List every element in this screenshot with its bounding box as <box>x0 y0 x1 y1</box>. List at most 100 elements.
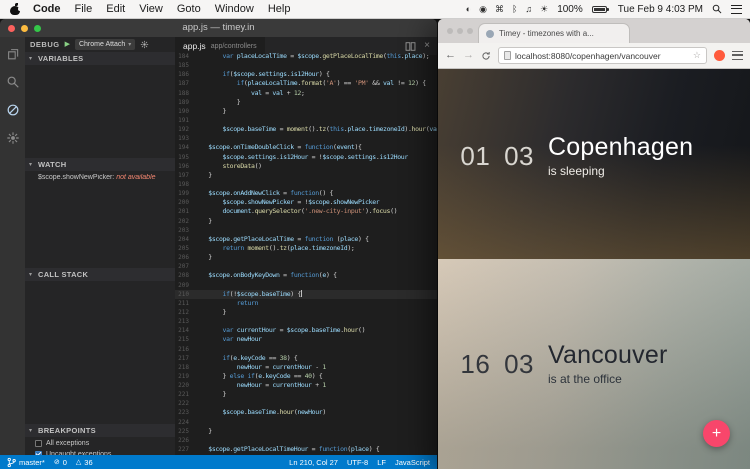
search-icon[interactable] <box>5 74 21 90</box>
code-line: 203 <box>175 226 437 235</box>
debug-icon[interactable] <box>5 102 21 118</box>
close-window-button[interactable] <box>8 25 15 32</box>
code-line: 214 var currentHour = $scope.baseTime.ho… <box>175 326 437 335</box>
page-icon <box>504 51 511 60</box>
code-text: } else if(e.keyCode == 40) { <box>194 372 322 381</box>
add-city-button[interactable]: + <box>703 420 730 447</box>
cursor-position[interactable]: Ln 210, Col 27 <box>289 458 338 467</box>
debug-config-dropdown[interactable]: Chrome Attach▾ <box>75 39 135 50</box>
section-label: BREAKPOINTS <box>38 426 96 435</box>
forward-button[interactable]: → <box>463 50 474 61</box>
breakpoint-all-exceptions[interactable]: All exceptions <box>35 438 175 448</box>
code-line: 192 $scope.baseTime = moment().tz(this.p… <box>175 125 437 134</box>
bookmark-star-icon[interactable]: ☆ <box>693 51 701 60</box>
line-number: 208 <box>175 271 194 280</box>
menubar-extra-icon[interactable]: ᛒ <box>512 4 517 15</box>
code-text: newHour = currentHour + 1 <box>194 381 326 390</box>
menubar-clock[interactable]: Tue Feb 9 4:03 PM <box>618 4 703 15</box>
code-area[interactable]: 184 var placeLocalTime = $scope.getPlace… <box>175 52 437 455</box>
line-number: 216 <box>175 345 194 354</box>
line-number: 195 <box>175 153 194 162</box>
tab-title: Timey - timezones with a... <box>499 29 594 38</box>
line-number: 196 <box>175 162 194 171</box>
menu-goto[interactable]: Goto <box>170 3 208 15</box>
debug-configure-icon[interactable] <box>140 40 149 49</box>
close-window-button[interactable] <box>447 28 453 34</box>
section-call-stack[interactable]: ▾CALL STACK <box>25 268 175 281</box>
code-line: 221 } <box>175 390 437 399</box>
copenhagen-time[interactable]: 01 03 <box>454 141 534 172</box>
menubar-extra-icon[interactable]: ◉ <box>479 4 487 15</box>
debug-sidebar: DEBUG ▶ Chrome Attach▾ ▾VARIABLES ▾WATCH… <box>25 37 175 455</box>
watch-expression-value: not available <box>116 174 155 181</box>
menu-edit[interactable]: Edit <box>99 3 132 15</box>
line-number: 187 <box>175 79 194 88</box>
code-text: } <box>194 390 226 399</box>
menubar-extra-icon[interactable]: ♫ <box>525 4 532 15</box>
browser-tab[interactable]: Timey - timezones with a... <box>478 23 630 43</box>
line-number: 202 <box>175 217 194 226</box>
line-number: 227 <box>175 445 194 454</box>
git-branch-indicator[interactable]: master* <box>7 457 45 468</box>
line-number: 224 <box>175 418 194 427</box>
menu-file[interactable]: File <box>68 3 100 15</box>
vancouver-status: is at the office <box>548 372 667 386</box>
split-editor-icon[interactable] <box>405 41 416 52</box>
section-breakpoints[interactable]: ▾ BREAKPOINTS <box>25 424 175 437</box>
chevron-down-icon: ▾ <box>29 427 32 434</box>
code-line: 210 if(!$scope.baseTime) { <box>175 290 437 299</box>
notification-center-icon[interactable] <box>731 5 742 14</box>
code-text: } <box>194 253 212 262</box>
browser-menu-icon[interactable] <box>732 51 743 60</box>
code-text: $scope.showNewPicker = !$scope.showNewPi… <box>194 198 379 207</box>
url-bar[interactable]: localhost:8080/copenhagen/vancouver ☆ <box>498 47 707 64</box>
settings-gear-icon[interactable] <box>5 130 21 146</box>
close-editor-icon[interactable]: × <box>424 41 430 51</box>
debug-start-button[interactable]: ▶ <box>65 41 70 48</box>
menu-app-name[interactable]: Code <box>26 3 68 15</box>
encoding-indicator[interactable]: UTF-8 <box>347 458 368 467</box>
menubar-extra-icon[interactable]: ◐ <box>466 4 471 15</box>
code-line: 216 <box>175 345 437 354</box>
code-line: 197 } <box>175 171 437 180</box>
error-count[interactable]: ⊘0 <box>54 458 67 467</box>
zoom-window-button[interactable] <box>467 28 473 34</box>
menubar-extra-icon[interactable]: ☀ <box>540 4 548 15</box>
spotlight-icon[interactable] <box>712 4 722 14</box>
vscode-titlebar[interactable]: app.js — timey.in <box>0 19 437 37</box>
zoom-window-button[interactable] <box>34 25 41 32</box>
minimize-window-button[interactable] <box>21 25 28 32</box>
code-text: $scope.getPlaceLocalTime = function (pla… <box>194 235 369 244</box>
battery-icon <box>592 6 607 13</box>
warning-count[interactable]: △36 <box>76 458 93 467</box>
copenhagen-city-name: Copenhagen <box>548 134 693 162</box>
watch-expression[interactable]: $scope.showNewPicker: not available <box>38 174 173 181</box>
line-number: 191 <box>175 116 194 125</box>
menubar-extra-icon[interactable]: ⌘ <box>495 4 504 15</box>
menu-view[interactable]: View <box>132 3 170 15</box>
menu-window[interactable]: Window <box>208 3 261 15</box>
code-line: 193 <box>175 134 437 143</box>
code-line: 201 document.querySelector('.new-city-in… <box>175 207 437 216</box>
checkbox[interactable] <box>35 440 42 447</box>
explorer-icon[interactable] <box>5 46 21 62</box>
vancouver-info: Vancouver is at the office <box>548 342 667 386</box>
apple-menu-icon[interactable] <box>10 3 21 15</box>
vancouver-time[interactable]: 16 03 <box>454 349 534 380</box>
code-text: if(!$scope.baseTime) { <box>194 290 302 299</box>
back-button[interactable]: ← <box>445 50 456 61</box>
menu-help[interactable]: Help <box>261 3 298 15</box>
tab-label: app.js <box>183 41 206 51</box>
language-indicator[interactable]: JavaScript <box>395 458 430 467</box>
tab-actions: × <box>405 41 437 52</box>
extension-icon[interactable] <box>714 50 725 61</box>
line-number: 226 <box>175 436 194 445</box>
refresh-button[interactable] <box>481 51 491 61</box>
minimize-window-button[interactable] <box>457 28 463 34</box>
warning-value: 36 <box>84 458 92 467</box>
code-line: 200 $scope.showNewPicker = !$scope.showN… <box>175 198 437 207</box>
section-watch[interactable]: ▾WATCH <box>25 158 175 171</box>
eol-indicator[interactable]: LF <box>377 458 386 467</box>
section-variables[interactable]: ▾VARIABLES <box>25 52 175 65</box>
code-text: $scope.getPlaceLocalTimeHour = function(… <box>194 445 379 454</box>
